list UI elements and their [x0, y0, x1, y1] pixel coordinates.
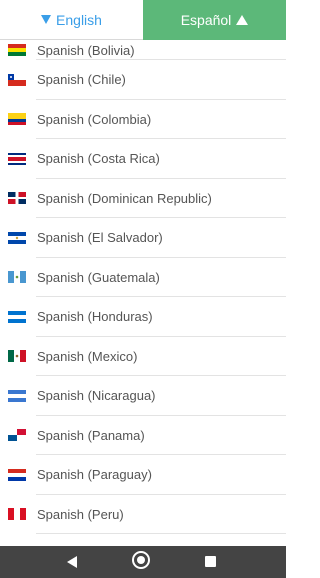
list-item-label: Spanish (Nicaragua): [37, 388, 156, 404]
bolivia-flag-icon: [8, 44, 26, 56]
panama-flag-icon: [8, 429, 26, 442]
list-item[interactable]: Spanish (Guatemala): [0, 258, 286, 298]
list-item[interactable]: Spanish (Dominican Republic): [0, 179, 286, 219]
paraguay-flag-icon: [8, 468, 26, 481]
list-item[interactable]: Spanish (Costa Rica): [0, 139, 286, 179]
list-item[interactable]: Spanish (El Salvador): [0, 218, 286, 258]
honduras-flag-icon: [8, 310, 26, 323]
language-tabs: English Español: [0, 0, 286, 40]
back-triangle-icon[interactable]: [67, 556, 77, 568]
list-item-label: Spanish (Guatemala): [37, 269, 160, 285]
list-item-label: Spanish (Paraguay): [37, 467, 152, 483]
el-salvador-flag-icon: [8, 231, 26, 244]
list-item[interactable]: Spanish (Panama): [0, 416, 286, 456]
triangle-up-icon: [236, 15, 249, 25]
system-nav-bar: [0, 546, 286, 578]
tab-espanol-label: Español: [180, 12, 232, 28]
list-item[interactable]: Spanish (Chile): [0, 60, 286, 100]
nicaragua-flag-icon: [8, 389, 26, 402]
tab-english-label: English: [56, 11, 102, 28]
list-item-label: Spanish (Peru): [37, 506, 124, 522]
list-item-label: Spanish (Colombia): [37, 111, 152, 127]
home-circle-icon[interactable]: [132, 551, 150, 569]
chile-flag-icon: [8, 73, 26, 86]
list-item-label: Spanish (Chile): [37, 72, 126, 88]
list-item-label: Spanish (Dominican Republic): [37, 190, 212, 206]
list-item-label: Spanish (Mexico): [37, 348, 138, 364]
list-item[interactable]: Spanish (Nicaragua): [0, 376, 286, 416]
language-list[interactable]: Spanish (Bolivia) Spanish (Chile) Spanis…: [0, 40, 286, 546]
list-item-label: Spanish (Costa Rica): [37, 151, 160, 167]
peru-flag-icon: [8, 508, 26, 521]
list-item[interactable]: Spanish (Colombia): [0, 100, 286, 140]
list-item[interactable]: Spanish (Honduras): [0, 297, 286, 337]
list-item-label: Spanish (El Salvador): [37, 230, 163, 246]
dominican-republic-flag-icon: [8, 192, 26, 205]
guatemala-flag-icon: [8, 271, 26, 284]
costa-rica-flag-icon: [8, 152, 26, 165]
colombia-flag-icon: [8, 113, 26, 126]
list-item[interactable]: Spanish (Peru): [0, 495, 286, 535]
list-item-label: Spanish (Honduras): [37, 309, 153, 325]
list-item[interactable]: Spanish (Bolivia): [0, 40, 286, 60]
list-item-label: Spanish (Bolivia): [37, 42, 135, 58]
list-item-label: Spanish (Panama): [37, 427, 145, 443]
list-item[interactable]: Spanish (Mexico): [0, 337, 286, 377]
triangle-down-icon: [41, 15, 52, 24]
tab-espanol[interactable]: Español: [143, 0, 286, 40]
tab-english[interactable]: English: [0, 0, 143, 40]
recents-square-icon[interactable]: [205, 556, 216, 567]
list-item[interactable]: Spanish (Paraguay): [0, 455, 286, 495]
mexico-flag-icon: [8, 350, 26, 363]
